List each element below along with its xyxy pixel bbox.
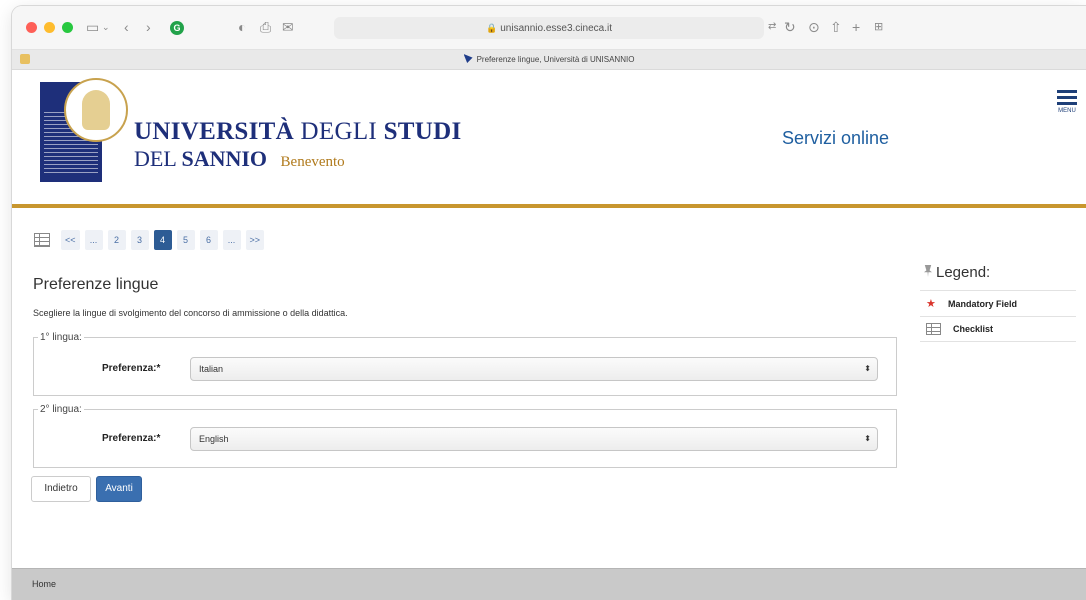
preference-2-label: Preferenza:*	[102, 433, 161, 444]
mail-icon[interactable]: ✉	[282, 19, 294, 35]
language-2-fieldset: 2° lingua: Preferenza:* English ⬍	[33, 404, 897, 468]
browser-window: ▭ ⌄ ‹ › G ◐ ⎙ ✉ 🔒 unisannio.esse3.cineca.…	[12, 6, 1086, 600]
page-intro: Scegliere la lingue di svolgimento del c…	[33, 308, 348, 318]
step-pager: << ... 2 3 4 5 6 ... >>	[34, 230, 265, 250]
star-icon: ★	[926, 297, 936, 310]
select-arrows-icon: ⬍	[864, 364, 871, 373]
pin-icon	[924, 265, 932, 277]
pager-step-5[interactable]: 5	[176, 230, 195, 250]
menu-label: MENU	[1058, 108, 1076, 114]
pager-step-4-current[interactable]: 4	[153, 230, 172, 250]
pager-step-2[interactable]: 2	[107, 230, 126, 250]
share-icon[interactable]: ⇧	[830, 19, 842, 35]
reload-icon[interactable]: ↻	[784, 19, 796, 35]
active-tab[interactable]: Preferenze lingue, Università di UNISANN…	[12, 54, 1086, 64]
pager-first[interactable]: <<	[61, 230, 80, 250]
page-title: Preferenze lingue	[33, 276, 159, 293]
print-icon[interactable]: ⎙	[260, 19, 271, 35]
services-online-link[interactable]: Servizi online	[782, 128, 889, 149]
site-footer: Home	[12, 568, 1086, 600]
language-1-legend: 1° lingua:	[40, 332, 82, 343]
lock-icon: 🔒	[486, 23, 498, 33]
pager-last[interactable]: >>	[245, 230, 265, 250]
download-icon[interactable]: ⊙	[808, 19, 820, 35]
legend-item-mandatory: ★ Mandatory Field	[920, 290, 1076, 316]
sidebar-icon[interactable]: ▭	[86, 19, 99, 35]
university-name-line2: DEL SANNIO Benevento	[134, 146, 345, 171]
menu-icon	[1052, 90, 1082, 105]
checklist-icon	[926, 323, 941, 335]
university-name-line1: UNIVERSITÀ DEGLI STUDI	[134, 118, 462, 145]
university-seal-icon	[64, 78, 128, 142]
zoom-window-button[interactable]	[62, 22, 73, 33]
legend-item-label: Mandatory Field	[948, 298, 1018, 309]
close-window-button[interactable]	[26, 22, 37, 33]
pager-step-3[interactable]: 3	[130, 230, 149, 250]
preference-2-value: English	[199, 434, 229, 444]
chevron-down-icon[interactable]: ⌄	[102, 19, 110, 35]
language-1-fieldset: 1° lingua: Preferenza:* Italian ⬍	[33, 332, 897, 396]
shield-icon[interactable]: ◐	[238, 19, 246, 35]
home-link[interactable]: Home	[32, 579, 56, 589]
legend-item-checklist: Checklist	[920, 316, 1076, 342]
menu-button[interactable]: MENU	[1052, 90, 1082, 114]
pager-ellipsis: ...	[84, 230, 103, 250]
favicon-icon	[463, 54, 473, 63]
tab-title: Preferenze lingue, Università di UNISANN…	[476, 55, 635, 64]
language-2-legend: 2° lingua:	[40, 404, 82, 415]
minimize-window-button[interactable]	[44, 22, 55, 33]
back-button[interactable]: Indietro	[31, 476, 91, 502]
select-arrows-icon: ⬍	[864, 434, 871, 443]
legend-title: Legend:	[920, 264, 1076, 290]
address-bar[interactable]: 🔒 unisannio.esse3.cineca.it	[334, 17, 764, 39]
preference-1-label: Preferenza:*	[102, 363, 161, 374]
back-icon[interactable]: ‹	[124, 19, 129, 35]
legend-panel: Legend: ★ Mandatory Field Checklist	[920, 264, 1076, 342]
grammar-extension-icon[interactable]: G	[170, 21, 184, 35]
browser-toolbar: ▭ ⌄ ‹ › G ◐ ⎙ ✉ 🔒 unisannio.esse3.cineca.…	[12, 6, 1086, 50]
url-text: unisannio.esse3.cineca.it	[500, 23, 612, 34]
tab-overview-icon[interactable]: ⊞	[874, 19, 883, 35]
new-tab-icon[interactable]: +	[852, 19, 860, 35]
translate-icon[interactable]: ⇄	[768, 19, 776, 35]
preference-1-select[interactable]: Italian ⬍	[190, 357, 878, 381]
legend-item-label: Checklist	[953, 324, 994, 334]
pager-ellipsis: ...	[222, 230, 241, 250]
pager-step-6[interactable]: 6	[199, 230, 218, 250]
window-controls	[26, 22, 73, 33]
forward-icon[interactable]: ›	[146, 19, 151, 35]
university-city: Benevento	[280, 154, 345, 170]
tab-bar: Preferenze lingue, Università di UNISANN…	[12, 50, 1086, 70]
next-button[interactable]: Avanti	[96, 476, 142, 502]
preference-2-select[interactable]: English ⬍	[190, 427, 878, 451]
checklist-icon[interactable]	[34, 233, 50, 247]
site-header: UNIVERSITÀ DEGLI STUDI DEL SANNIO Beneve…	[12, 70, 1086, 208]
preference-1-value: Italian	[199, 364, 224, 374]
